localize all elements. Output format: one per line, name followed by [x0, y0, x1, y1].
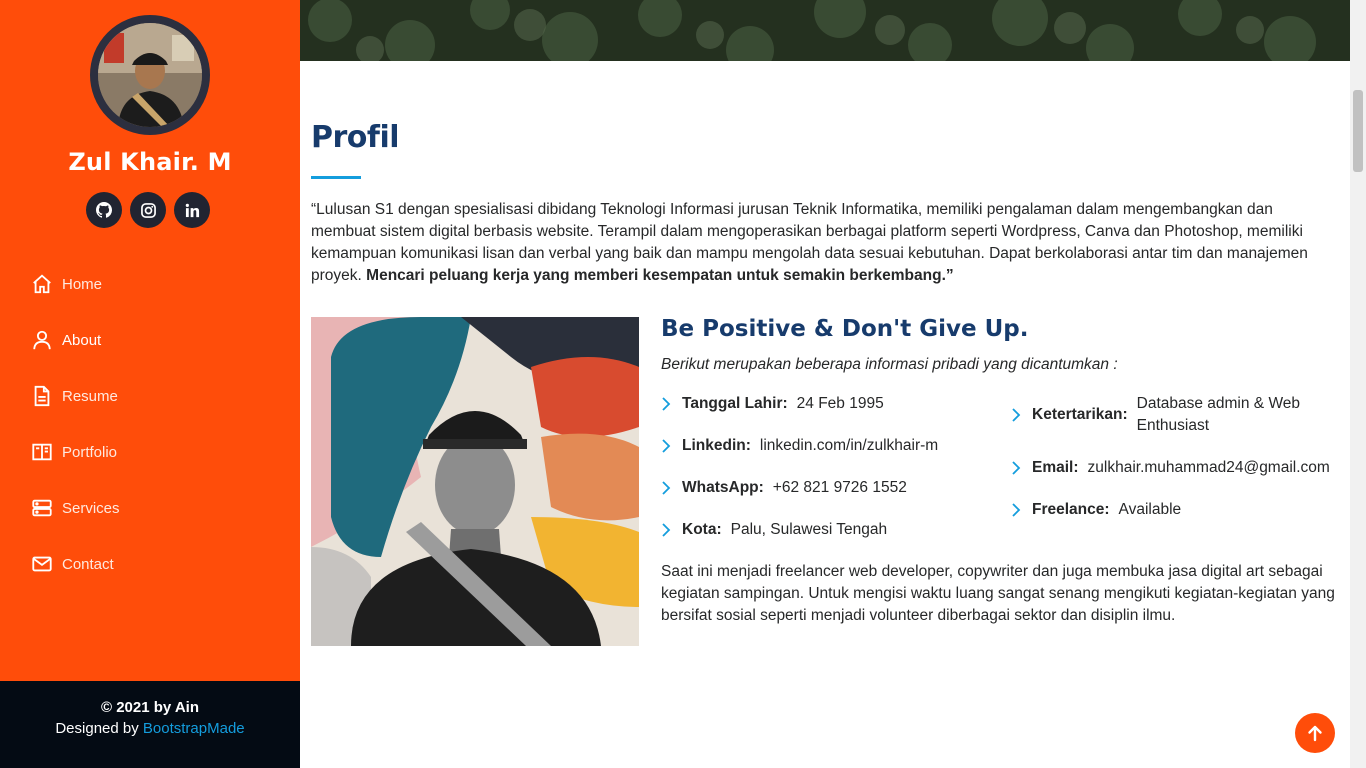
about-sub-intro: Berikut merupakan beberapa informasi pri…	[661, 356, 1118, 373]
home-icon	[30, 272, 54, 296]
section-title: Profil	[311, 120, 400, 155]
nav-label: About	[62, 331, 102, 349]
chevron-right-icon	[661, 519, 675, 541]
info-value: Palu, Sulawesi Tengah	[730, 521, 888, 538]
nav-item-portfolio[interactable]: Portfolio	[0, 424, 300, 480]
info-label: Email:	[1032, 459, 1079, 476]
server-icon	[30, 496, 54, 520]
outro-paragraph: Saat ini menjadi freelancer web develope…	[661, 563, 1335, 624]
nav-item-home[interactable]: Home	[0, 256, 300, 312]
nav-item-about[interactable]: About	[0, 312, 300, 368]
envelope-icon	[30, 552, 54, 576]
info-label: WhatsApp:	[682, 479, 764, 496]
nav-label: Home	[62, 275, 103, 293]
info-label: Kota:	[682, 521, 722, 538]
chevron-right-icon	[661, 477, 675, 499]
info-interest: Ketertarikan: Database admin & Web Enthu…	[1011, 393, 1341, 437]
info-value: linkedin.com/in/zulkhair-m	[759, 437, 939, 454]
nav-item-services[interactable]: Services	[0, 480, 300, 536]
nav-label: Portfolio	[62, 443, 118, 461]
nav-label: Services	[62, 499, 120, 517]
info-label: Linkedin:	[682, 437, 751, 454]
info-freelance: Freelance: Available	[1011, 499, 1181, 521]
book-icon	[30, 440, 54, 464]
main-nav: Home About Resume Portfolio Services Con…	[0, 256, 300, 592]
instagram-button[interactable]	[130, 192, 166, 228]
chevron-right-icon	[661, 393, 675, 415]
info-label: Ketertarikan:	[1032, 406, 1128, 423]
designer-link[interactable]: BootstrapMade	[143, 720, 245, 737]
copyright-text: © 2021 by Ain	[100, 699, 200, 716]
avatar	[90, 15, 210, 135]
info-whatsapp: WhatsApp: +62 821 9726 1552	[661, 477, 907, 499]
person-icon	[30, 328, 54, 352]
info-city: Kota: Palu, Sulawesi Tengah	[661, 519, 887, 541]
chevron-right-icon	[661, 435, 675, 457]
intro-paragraph: “Lulusan S1 dengan spesialisasi dibidang…	[311, 199, 1341, 287]
back-to-top-button[interactable]	[1295, 713, 1335, 753]
info-value: Available	[1118, 501, 1182, 518]
github-icon	[96, 202, 112, 218]
social-links	[86, 192, 216, 228]
nav-label: Contact	[62, 555, 114, 573]
arrow-up-icon	[1308, 725, 1322, 742]
sidebar-footer: © 2021 by Ain Designed by BootstrapMade	[0, 681, 300, 768]
linkedin-icon	[185, 203, 199, 217]
hero-image	[300, 0, 1350, 61]
chevron-right-icon	[1011, 499, 1025, 521]
page-scrollbar[interactable]	[1350, 0, 1366, 768]
chevron-right-icon	[1011, 457, 1025, 479]
info-email: Email: zulkhair.muhammad24@gmail.com	[1011, 457, 1330, 479]
title-underline	[311, 176, 361, 179]
scrollbar-thumb[interactable]	[1353, 90, 1363, 172]
linkedin-button[interactable]	[174, 192, 210, 228]
intro-bold-text: Mencari peluang kerja yang memberi kesem…	[366, 267, 954, 284]
about-subtitle: Be Positive & Don't Give Up.	[661, 316, 1029, 342]
info-linkedin: Linkedin: linkedin.com/in/zulkhair-m	[661, 435, 938, 457]
instagram-icon	[140, 202, 156, 218]
info-label: Tanggal Lahir:	[682, 395, 788, 412]
info-label: Freelance:	[1032, 501, 1110, 518]
designed-by-text: Designed by	[55, 720, 139, 737]
info-value: Database admin & Web Enthusiast	[1136, 395, 1301, 434]
sidebar: Zul Khair. M Home About Resume Portfolio	[0, 0, 300, 768]
profile-name: Zul Khair. M	[68, 148, 232, 176]
info-value: zulkhair.muhammad24@gmail.com	[1087, 459, 1330, 476]
credits: Designed by BootstrapMade	[0, 718, 300, 739]
nav-label: Resume	[62, 387, 118, 405]
chevron-right-icon	[1011, 404, 1025, 426]
github-button[interactable]	[86, 192, 122, 228]
info-value: 24 Feb 1995	[796, 395, 884, 412]
profile-photo	[311, 317, 639, 646]
nav-item-contact[interactable]: Contact	[0, 536, 300, 592]
nav-item-resume[interactable]: Resume	[0, 368, 300, 424]
info-value: +62 821 9726 1552	[772, 479, 907, 496]
info-birthdate: Tanggal Lahir: 24 Feb 1995	[661, 393, 884, 415]
file-icon	[30, 384, 54, 408]
